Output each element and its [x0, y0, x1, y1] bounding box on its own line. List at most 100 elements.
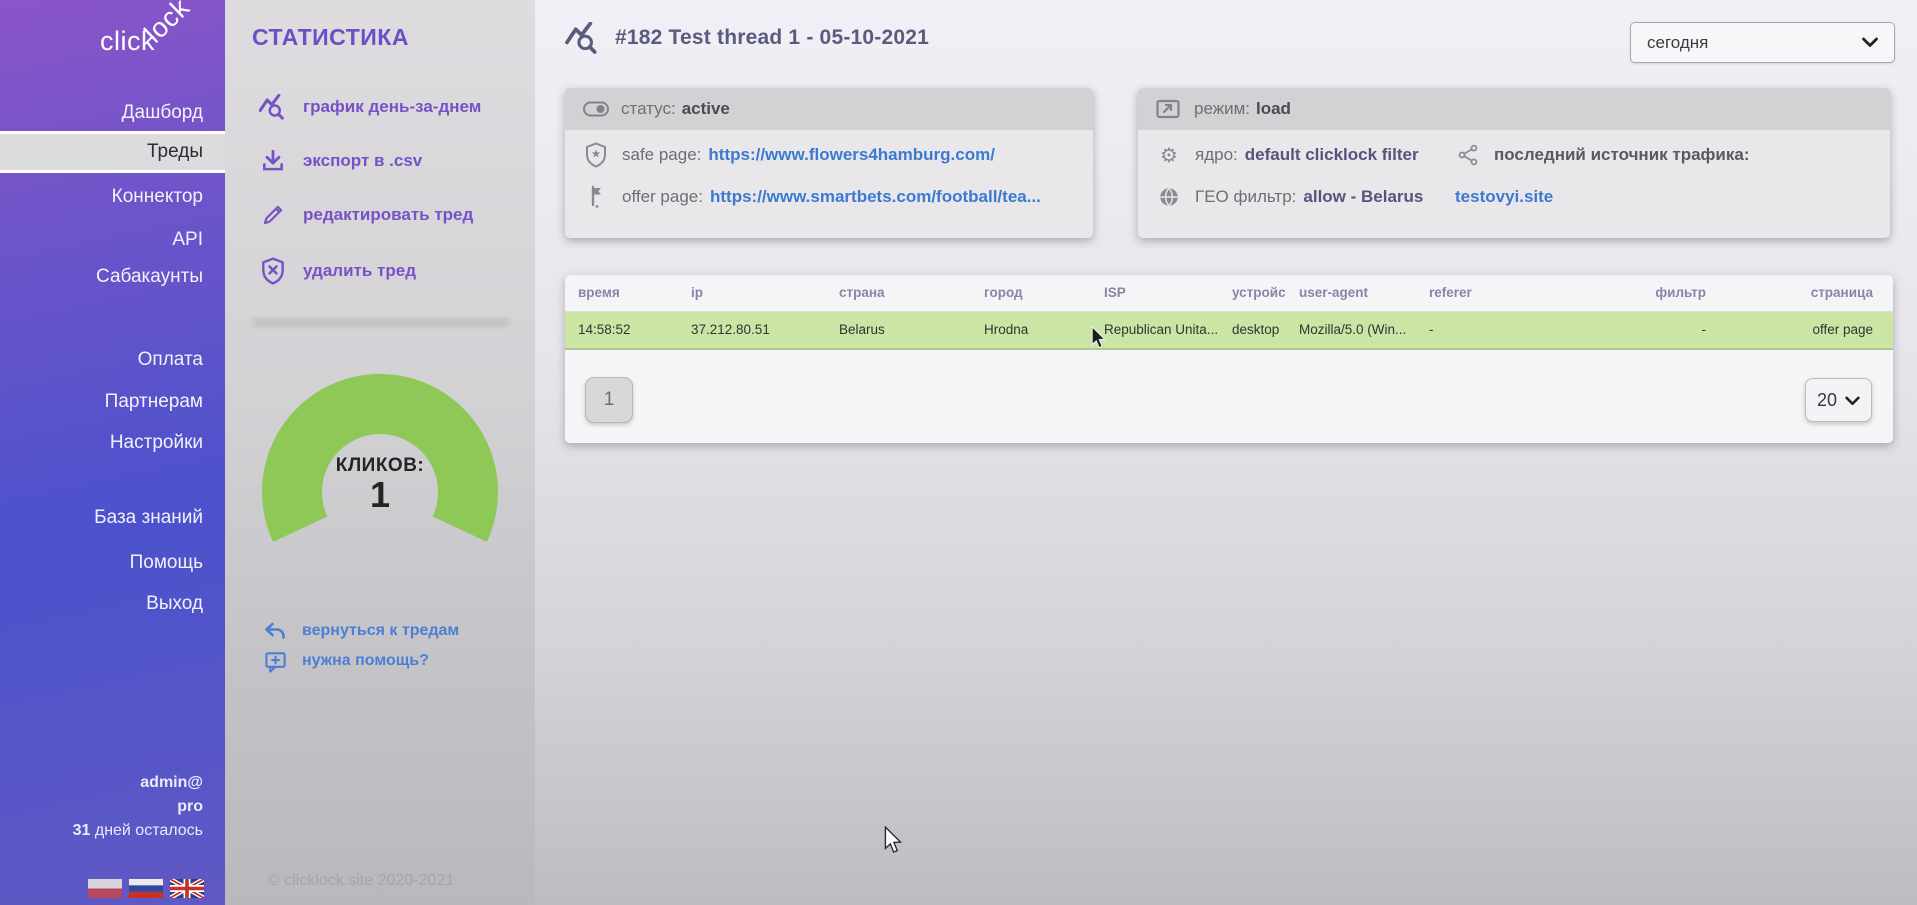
cell-user-agent: Mozilla/5.0 (Win...: [1286, 311, 1416, 349]
cell-country: Belarus: [826, 311, 971, 349]
undo-icon: [262, 618, 288, 644]
safe-page-label: safe page:: [622, 145, 701, 165]
mode-panel: режим: load ⚙ ядро: default clicklock fi…: [1138, 88, 1890, 238]
pagination-page-button[interactable]: 1: [585, 377, 633, 423]
action-label: график день-за-днем: [303, 97, 481, 117]
period-select-value: сегодня: [1647, 33, 1708, 53]
cell-device: desktop: [1219, 311, 1286, 349]
traffic-source-link[interactable]: testovyi.site: [1455, 187, 1553, 207]
chevron-down-icon: [1862, 33, 1878, 53]
table-row[interactable]: 14:58:52 37.212.80.51 Belarus Hrodna Rep…: [565, 311, 1893, 349]
copyright-text: © clicklock.site 2020-2021: [268, 872, 454, 890]
col-user-agent[interactable]: user-agent: [1286, 275, 1416, 311]
safe-page-link[interactable]: https://www.flowers4hamburg.com/: [708, 145, 995, 165]
period-select[interactable]: сегодня: [1630, 22, 1895, 63]
status-value: active: [682, 99, 730, 119]
chart-search-icon: [258, 92, 288, 122]
shield-star-icon: [583, 143, 609, 167]
box-arrow-icon: [1156, 98, 1182, 120]
sidebar-item-settings[interactable]: Настройки: [0, 422, 225, 464]
last-traffic-source-row: последний источник трафика:: [1455, 134, 1750, 176]
status-label: статус:: [621, 99, 676, 119]
comment-plus-icon: [262, 648, 288, 674]
share-nodes-icon: [1455, 143, 1481, 167]
sidebar-item-threads[interactable]: Треды: [0, 131, 225, 173]
app-window: clicklock Дашборд Треды Коннектор API Са…: [0, 0, 1917, 905]
sidebar-item-payment[interactable]: Оплата: [0, 339, 225, 381]
last-traffic-source-label: последний источник трафика:: [1494, 145, 1750, 165]
clicklock-logo: clicklock: [100, 26, 205, 57]
chart-search-icon: [565, 22, 601, 54]
download-icon: [258, 146, 288, 176]
sidebar-item-partners[interactable]: Партнерам: [0, 381, 225, 423]
col-isp[interactable]: ISP: [1091, 275, 1219, 311]
english-flag[interactable]: [170, 879, 204, 898]
shield-x-icon: [258, 256, 288, 286]
cell-page: offer page: [1726, 311, 1893, 349]
status-panel: статус: active safe page: https://www.fl…: [565, 88, 1093, 238]
account-email: admin@: [73, 774, 203, 792]
link-label: вернуться к тредам: [302, 622, 459, 640]
page-size-select[interactable]: 20: [1805, 378, 1872, 422]
core-value: default clicklock filter: [1245, 145, 1419, 165]
gear-icon: ⚙: [1156, 143, 1182, 167]
cell-referer: -: [1416, 311, 1616, 349]
clicks-table-card: время ip страна город ISP устройство use…: [565, 275, 1893, 443]
clicks-table: время ip страна город ISP устройство use…: [565, 275, 1893, 350]
link-label: нужна помощь?: [302, 652, 429, 670]
action-label: экспорт в .csv: [303, 151, 422, 171]
account-days-left: 31 дней осталось: [73, 822, 203, 840]
sidebar-item-api[interactable]: API: [0, 219, 225, 261]
sidebar-item-logout[interactable]: Выход: [0, 583, 225, 625]
offer-page-link[interactable]: https://www.smartbets.com/football/tea..…: [710, 187, 1041, 207]
account-plan: pro: [73, 798, 203, 816]
link-need-help[interactable]: нужна помощь?: [225, 645, 535, 677]
page-title: #182 Test thread 1 - 05-10-2021: [615, 26, 929, 50]
gauge-center-text: КЛИКОВ: 1: [260, 455, 500, 513]
sidebar-item-knowledge-base[interactable]: База знаний: [0, 497, 225, 539]
sidebar-item-help[interactable]: Помощь: [0, 542, 225, 584]
sidebar-item-subaccounts[interactable]: Сабакаунты: [0, 256, 225, 298]
geo-filter-value: allow - Belarus: [1303, 187, 1423, 207]
sidebar-item-connector[interactable]: Коннектор: [0, 176, 225, 218]
link-back-to-threads[interactable]: вернуться к тредам: [225, 615, 535, 647]
table-header-row: время ip страна город ISP устройство use…: [565, 275, 1893, 311]
flag-icon: [583, 185, 609, 209]
mode-value: load: [1256, 99, 1291, 119]
divider: [253, 318, 508, 320]
mode-label: режим:: [1194, 99, 1250, 119]
cell-ip: 37.212.80.51: [678, 311, 826, 349]
col-city[interactable]: город: [971, 275, 1091, 311]
main-content: #182 Test thread 1 - 05-10-2021 сегодня …: [535, 0, 1917, 905]
col-country[interactable]: страна: [826, 275, 971, 311]
cell-city: Hrodna: [971, 311, 1091, 349]
cell-filter: -: [1616, 311, 1726, 349]
page-header: #182 Test thread 1 - 05-10-2021: [565, 22, 929, 54]
sidebar-item-dashboard[interactable]: Дашборд: [0, 92, 225, 134]
col-referer[interactable]: referer: [1416, 275, 1616, 311]
geo-filter-label: ГЕО фильтр:: [1195, 187, 1296, 207]
language-switcher: [88, 879, 204, 898]
col-ip[interactable]: ip: [678, 275, 826, 311]
polish-flag[interactable]: [88, 879, 122, 898]
pencil-icon: [258, 200, 288, 230]
col-filter[interactable]: фильтр: [1616, 275, 1726, 311]
statistics-title: СТАТИСТИКА: [252, 24, 409, 51]
russian-flag[interactable]: [129, 879, 163, 898]
col-page[interactable]: страница: [1726, 275, 1893, 311]
cell-isp: Republican Unita...: [1091, 311, 1219, 349]
action-edit-thread[interactable]: редактировать тред: [225, 194, 535, 236]
status-panel-header: статус: active: [565, 88, 1093, 130]
col-device[interactable]: устройство: [1219, 275, 1286, 311]
page-size-value: 20: [1817, 390, 1837, 411]
action-label: удалить тред: [303, 261, 416, 281]
sidebar: clicklock Дашборд Треды Коннектор API Са…: [0, 0, 225, 905]
action-export-csv[interactable]: экспорт в .csv: [225, 140, 535, 182]
col-time[interactable]: время: [565, 275, 678, 311]
action-delete-thread[interactable]: удалить тред: [225, 250, 535, 292]
safe-page-row: safe page: https://www.flowers4hamburg.c…: [565, 134, 1093, 176]
offer-page-label: offer page:: [622, 187, 703, 207]
action-day-by-day-chart[interactable]: график день-за-днем: [225, 86, 535, 128]
gauge-value: 1: [260, 477, 500, 513]
action-label: редактировать тред: [303, 205, 473, 225]
